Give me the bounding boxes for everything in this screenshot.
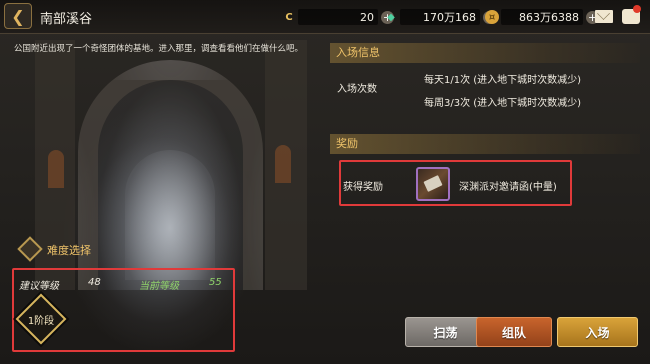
currency-c-token-value: 20 — [360, 10, 374, 24]
entry-info-header: 入场信息 — [330, 43, 640, 63]
green-gem-icon: ◆ — [387, 11, 395, 23]
dungeon-description: 公国附近出现了一个奇怪团体的基地。进入那里，调查看看他们在做什么吧。 — [14, 44, 304, 54]
enter-button[interactable]: 入场 — [557, 317, 638, 347]
stage-label: 1阶段 — [27, 316, 55, 327]
entry-count-label: 入场次数 — [337, 84, 377, 95]
entry-daily-count: 每天1/1次 (进入地下城时次数减少) — [424, 75, 582, 86]
currency-c-token: C 20 + — [282, 9, 394, 25]
page-title: 南部溪谷 — [40, 12, 93, 27]
currency-c-token-value-box: 20 — [298, 9, 378, 25]
recommended-level-value: 48 — [88, 277, 101, 288]
back-arrow-icon: ❮ — [11, 6, 25, 26]
currency-green-gem-value-box: 170万168 — [400, 9, 480, 25]
mail-icon[interactable] — [595, 10, 613, 23]
dungeon-archway-light — [125, 150, 215, 280]
reward-item-name: 深渊派对邀请函(中量) — [459, 182, 557, 193]
current-level-label: 当前等级 — [139, 281, 179, 292]
currency-green-gem: ◆ 170万168 + — [384, 9, 496, 25]
invitation-letter-icon[interactable] — [416, 167, 450, 201]
notification-dot — [633, 5, 641, 13]
reward-label: 获得奖励 — [343, 182, 383, 193]
currency-gold-value: 863万6388 — [519, 11, 579, 24]
c-token-icon: C — [285, 11, 293, 23]
wall-window-right — [275, 145, 291, 183]
currency-gold-value-box: 863万6388 — [501, 9, 583, 25]
team-button[interactable]: 组队 — [476, 317, 552, 347]
back-button[interactable]: ❮ — [4, 3, 32, 29]
currency-green-gem-value: 170万168 — [423, 11, 476, 24]
recommended-level-label: 建议等级 — [19, 281, 59, 292]
currency-gold: ¤ 863万6388 + — [485, 9, 599, 25]
entry-weekly-count: 每周3/3次 (进入地下城时次数减少) — [424, 98, 582, 109]
current-level-value: 55 — [209, 277, 222, 288]
reward-header: 奖励 — [330, 134, 640, 154]
wall-window-left — [48, 150, 64, 188]
gold-coin-icon: ¤ — [485, 10, 499, 24]
difficulty-title: 难度选择 — [47, 244, 91, 257]
sweep-button[interactable]: 扫荡 — [405, 317, 486, 347]
